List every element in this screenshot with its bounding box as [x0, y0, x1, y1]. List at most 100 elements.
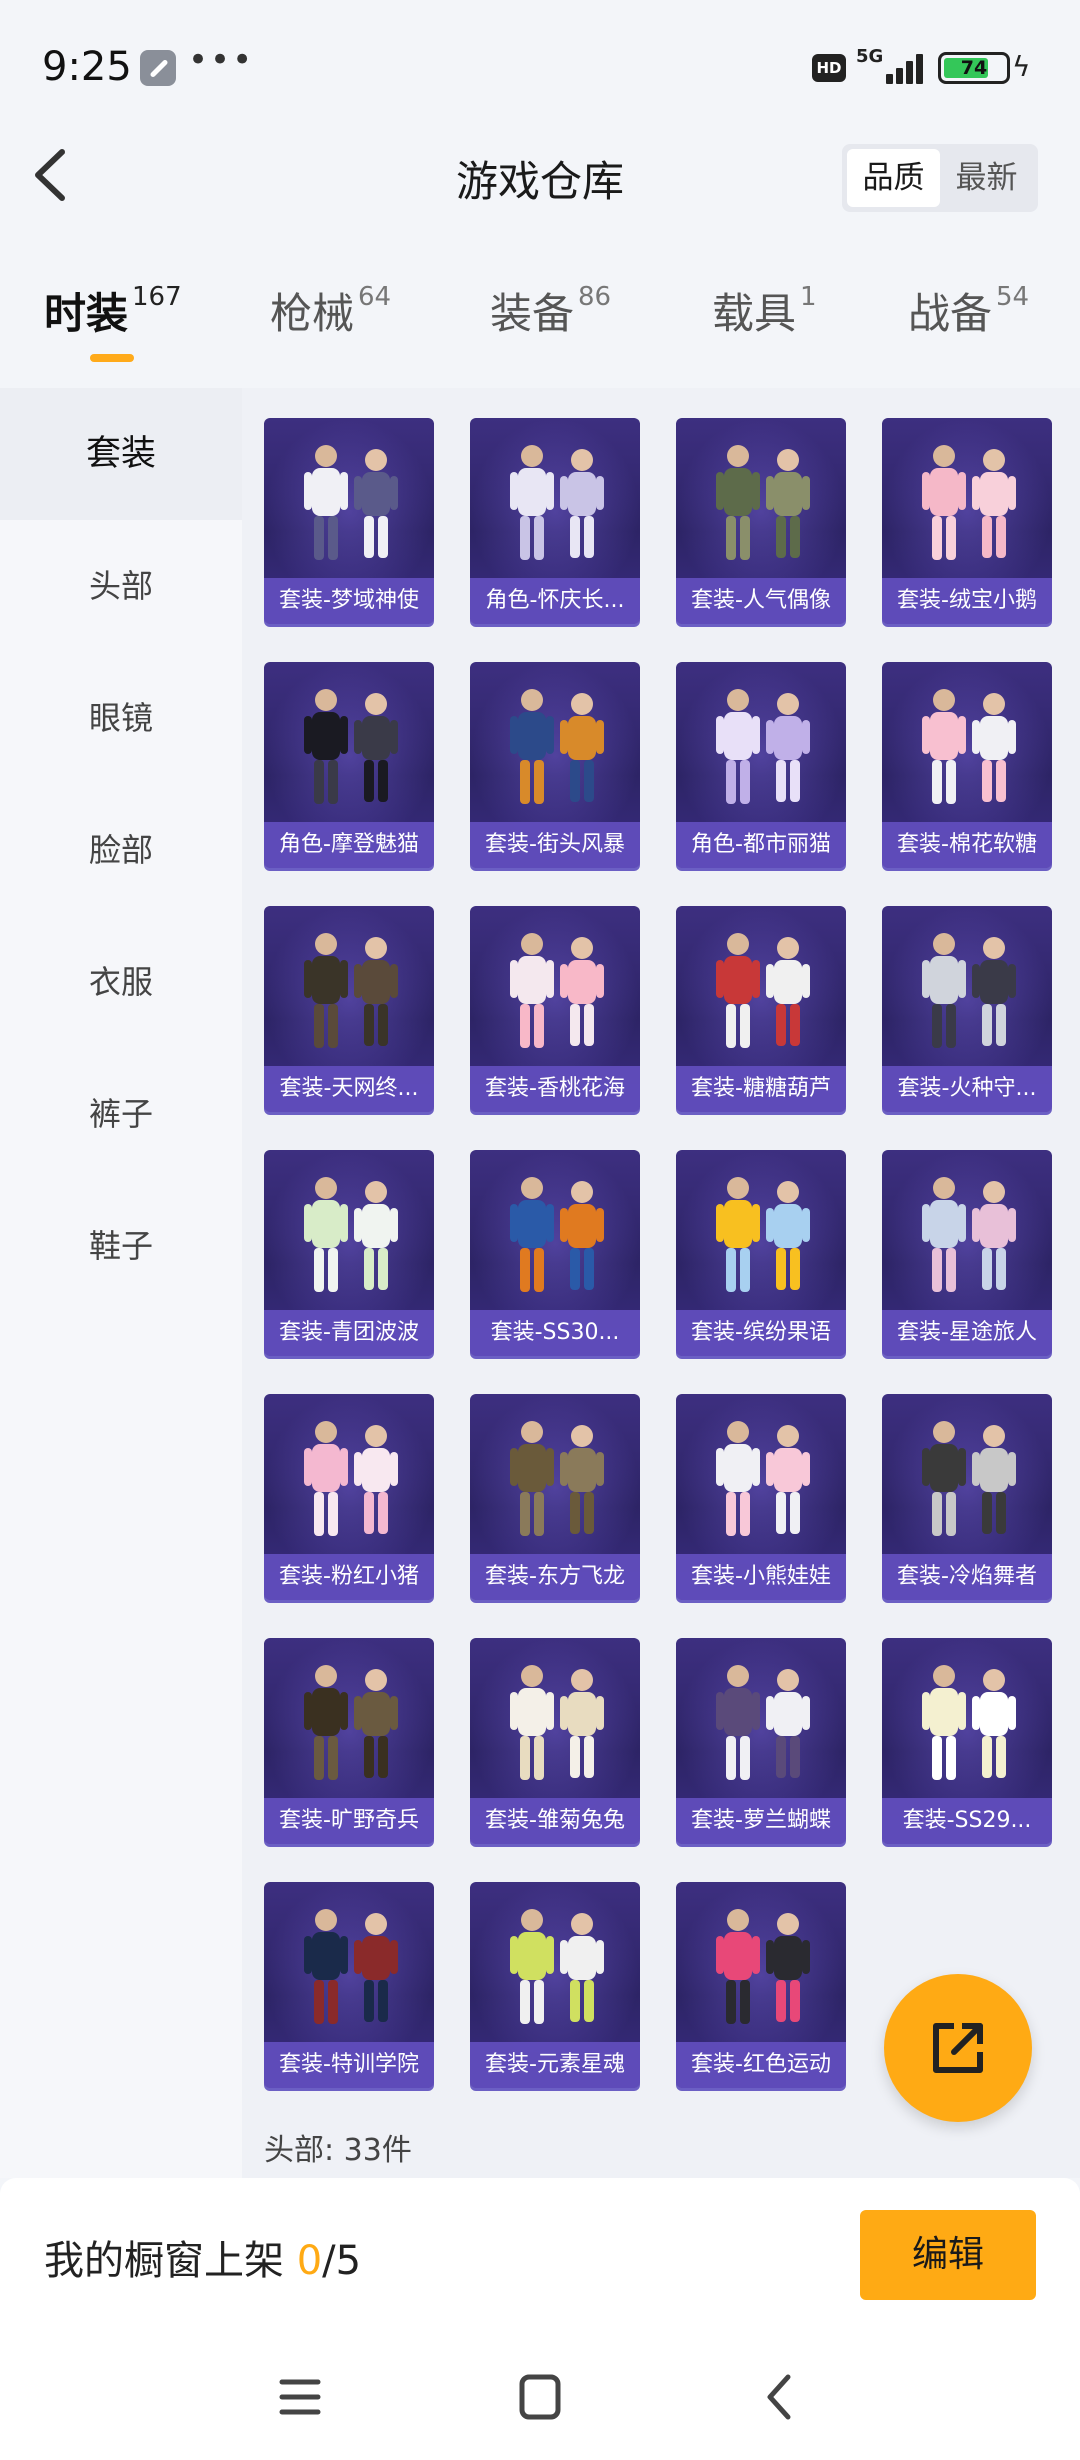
item-card[interactable]: 角色-摩登魅猫	[264, 662, 434, 868]
item-label: 套装-星途旅人	[882, 1310, 1052, 1356]
item-label: 套装-梦域神使	[264, 578, 434, 624]
item-card[interactable]: 套装-天网终...	[264, 906, 434, 1112]
home-icon	[519, 2374, 561, 2420]
item-label: 套装-天网终...	[264, 1066, 434, 1112]
item-label: 角色-怀庆长...	[470, 578, 640, 624]
item-card[interactable]: 套装-萝兰蝴蝶	[676, 1638, 846, 1844]
tab-fashion[interactable]: 时装 167	[44, 280, 182, 341]
sidebar-item-head[interactable]: 头部	[0, 520, 242, 652]
shelf-title: 我的橱窗上架	[44, 2238, 284, 2284]
item-card[interactable]: 套装-小熊娃娃	[676, 1394, 846, 1600]
outfit-thumbnail-icon	[922, 933, 1016, 1048]
item-label: 套装-街头风暴	[470, 822, 640, 868]
outfit-thumbnail-icon	[304, 1909, 398, 2024]
item-card[interactable]: 套装-青团波波	[264, 1150, 434, 1356]
item-card[interactable]: 套装-梦域神使	[264, 418, 434, 624]
tab-label: 时装	[44, 289, 129, 338]
item-card[interactable]: 套装-棉花软糖	[882, 662, 1052, 868]
item-card[interactable]: 套装-冷焰舞者	[882, 1394, 1052, 1600]
item-card[interactable]: 套装-香桃花海	[470, 906, 640, 1112]
menu-button[interactable]	[270, 2372, 330, 2422]
outfit-thumbnail-icon	[716, 445, 810, 560]
sidebar-item-clothes[interactable]: 衣服	[0, 916, 242, 1048]
tab-count: 167	[132, 282, 182, 312]
page-title: 游戏仓库	[455, 157, 624, 206]
back-button[interactable]	[20, 140, 80, 210]
tab-label: 枪械	[270, 289, 355, 338]
item-label: 套装-特训学院	[264, 2042, 434, 2088]
item-card[interactable]: 套装-粉红小猪	[264, 1394, 434, 1600]
shelf-total: /5	[322, 2238, 362, 2284]
category-tabs: 时装 167 枪械 64 装备 86 载具 1 战备 54	[0, 280, 1080, 380]
edit-button[interactable]: 编辑	[860, 2210, 1036, 2300]
item-card[interactable]: 套装-东方飞龙	[470, 1394, 640, 1600]
shelf-bar: 我的橱窗上架 0/5 编辑	[0, 2178, 1080, 2328]
outfit-thumbnail-icon	[922, 1177, 1016, 1292]
item-card[interactable]: 角色-怀庆长...	[470, 418, 640, 624]
item-card[interactable]: 套装-绒宝小鹅	[882, 418, 1052, 624]
wrench-icon	[140, 50, 176, 86]
tab-vehicles[interactable]: 载具 1	[712, 280, 817, 341]
tab-count: 64	[358, 282, 392, 312]
item-card[interactable]: 套装-SS29...	[882, 1638, 1052, 1844]
subcategory-sidebar: 套装 头部 眼镜 脸部 衣服 裤子 鞋子	[0, 388, 242, 2178]
battery-icon: 74	[938, 52, 1010, 84]
item-card[interactable]: 套装-红色运动	[676, 1882, 846, 2088]
item-card[interactable]: 套装-旷野奇兵	[264, 1638, 434, 1844]
item-label: 角色-都市丽猫	[676, 822, 846, 868]
item-label: 套装-东方飞龙	[470, 1554, 640, 1600]
outfit-thumbnail-icon	[510, 1177, 604, 1292]
item-label: 套装-糖糖葫芦	[676, 1066, 846, 1112]
item-card[interactable]: 套装-SS30...	[470, 1150, 640, 1356]
sort-newest-button[interactable]: 最新	[940, 149, 1033, 207]
item-card[interactable]: 角色-都市丽猫	[676, 662, 846, 868]
sidebar-item-face[interactable]: 脸部	[0, 784, 242, 916]
item-card[interactable]: 套装-人气偶像	[676, 418, 846, 624]
item-label: 套装-元素星魂	[470, 2042, 640, 2088]
item-card[interactable]: 套装-街头风暴	[470, 662, 640, 868]
sidebar-item-glasses[interactable]: 眼镜	[0, 652, 242, 784]
outfit-thumbnail-icon	[510, 933, 604, 1048]
item-label: 套装-粉红小猪	[264, 1554, 434, 1600]
outfit-thumbnail-icon	[304, 1421, 398, 1536]
outfit-thumbnail-icon	[510, 689, 604, 804]
item-label: 套装-香桃花海	[470, 1066, 640, 1112]
item-count: 头部: 33件	[264, 2133, 412, 2168]
charging-icon: ϟ	[1012, 50, 1031, 83]
sort-toggle: 品质 最新	[842, 144, 1038, 212]
tab-equipment[interactable]: 装备 86	[490, 280, 611, 341]
item-card[interactable]: 套装-元素星魂	[470, 1882, 640, 2088]
item-label: 套装-火种守...	[882, 1066, 1052, 1112]
sidebar-item-suit[interactable]: 套装	[0, 388, 242, 520]
item-card[interactable]: 套装-特训学院	[264, 1882, 434, 2088]
outfit-thumbnail-icon	[922, 1421, 1016, 1536]
item-card[interactable]: 套装-缤纷果语	[676, 1150, 846, 1356]
outfit-thumbnail-icon	[922, 445, 1016, 560]
item-label: 套装-红色运动	[676, 2042, 846, 2088]
outfit-thumbnail-icon	[510, 1909, 604, 2024]
item-card[interactable]: 套装-雏菊兔兔	[470, 1638, 640, 1844]
tab-supplies[interactable]: 战备 54	[908, 280, 1029, 341]
item-card[interactable]: 套装-星途旅人	[882, 1150, 1052, 1356]
status-time: 9:25	[42, 44, 132, 90]
outfit-thumbnail-icon	[304, 445, 398, 560]
active-tab-indicator	[90, 354, 134, 362]
back-arrow-icon	[35, 149, 65, 201]
sidebar-item-pants[interactable]: 裤子	[0, 1048, 242, 1180]
system-nav-bar	[0, 2328, 1080, 2460]
item-label: 套装-萝兰蝴蝶	[676, 1798, 846, 1844]
home-button[interactable]	[510, 2372, 570, 2422]
tab-count: 54	[996, 282, 1030, 312]
item-label: 套装-冷焰舞者	[882, 1554, 1052, 1600]
item-card[interactable]: 套装-火种守...	[882, 906, 1052, 1112]
tab-guns[interactable]: 枪械 64	[270, 280, 391, 341]
nav-back-button[interactable]	[750, 2372, 810, 2422]
status-bar: 9:25 ••• HD 5G 74 ϟ	[0, 0, 1080, 130]
item-label: 套装-SS30...	[470, 1310, 640, 1356]
share-button[interactable]	[884, 1974, 1032, 2122]
sidebar-item-shoes[interactable]: 鞋子	[0, 1180, 242, 1312]
sort-quality-button[interactable]: 品质	[847, 149, 940, 207]
item-card[interactable]: 套装-糖糖葫芦	[676, 906, 846, 1112]
item-label: 套装-绒宝小鹅	[882, 578, 1052, 624]
item-label: 角色-摩登魅猫	[264, 822, 434, 868]
